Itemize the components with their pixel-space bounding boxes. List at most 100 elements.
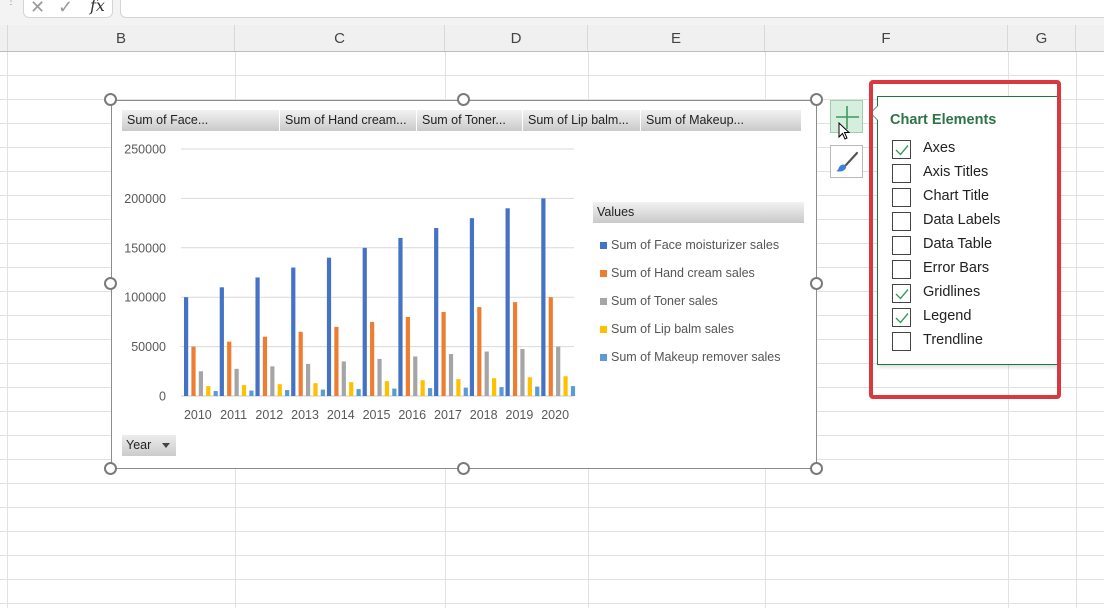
bar-sum-of-toner-sales-2015[interactable] [377,358,382,396]
cancel-icon[interactable]: ✕ [30,0,45,18]
bar-sum-of-lip-balm-sales-2018[interactable] [492,378,497,396]
bar-sum-of-makeup-remover-sales-2012[interactable] [285,390,290,396]
bar-sum-of-makeup-remover-sales-2010[interactable] [213,391,218,396]
bar-sum-of-face-moisturizer-sales-2020[interactable] [541,198,546,396]
field-button-toner[interactable]: Sum of Toner... [417,110,523,131]
bar-sum-of-toner-sales-2011[interactable] [234,368,239,396]
resize-handle-bottom-right[interactable] [810,462,823,475]
year-field-button[interactable]: Year [122,435,176,456]
bar-sum-of-lip-balm-sales-2017[interactable] [456,379,461,396]
bar-sum-of-hand-cream-sales-2015[interactable] [370,321,375,396]
field-button-lip-balm[interactable]: Sum of Lip balm... [523,110,641,131]
column-header-f[interactable]: F [765,25,1008,51]
bar-sum-of-hand-cream-sales-2018[interactable] [477,307,482,396]
bar-sum-of-hand-cream-sales-2011[interactable] [227,341,232,396]
legend-title[interactable]: Values [593,202,804,223]
bar-sum-of-makeup-remover-sales-2018[interactable] [499,387,504,396]
bar-sum-of-hand-cream-sales-2020[interactable] [548,297,553,396]
bar-sum-of-face-moisturizer-sales-2013[interactable] [291,267,296,396]
bar-sum-of-face-moisturizer-sales-2016[interactable] [398,237,403,396]
bar-sum-of-toner-sales-2014[interactable] [341,361,346,396]
bar-sum-of-lip-balm-sales-2015[interactable] [384,381,390,396]
bar-sum-of-lip-balm-sales-2016[interactable] [420,380,425,396]
row-gridline [0,75,1104,76]
bar-sum-of-toner-sales-2018[interactable] [484,351,489,396]
bar-sum-of-makeup-remover-sales-2015[interactable] [392,388,397,396]
bar-sum-of-makeup-remover-sales-2019[interactable] [535,386,540,396]
formula-input[interactable] [120,0,1104,18]
resize-handle-right[interactable] [810,277,823,290]
chart-legend[interactable]: Values Sum of Face moisturizer sales Sum … [593,202,804,371]
bar-sum-of-makeup-remover-sales-2011[interactable] [249,390,254,396]
bar-sum-of-toner-sales-2010[interactable] [198,371,203,396]
bar-sum-of-face-moisturizer-sales-2010[interactable] [184,297,189,396]
bar-sum-of-makeup-remover-sales-2013[interactable] [320,389,325,396]
insert-function-icon[interactable]: fx [90,0,105,15]
row-gridline [0,507,1104,508]
legend-item[interactable]: Sum of Toner sales [593,287,804,315]
bar-sum-of-lip-balm-sales-2012[interactable] [277,384,282,396]
legend-label: Sum of Hand cream sales [611,266,755,280]
bar-sum-of-face-moisturizer-sales-2012[interactable] [255,277,260,396]
y-tick-label: 150000 [124,241,166,255]
bar-sum-of-face-moisturizer-sales-2011[interactable] [219,287,224,396]
bar-sum-of-face-moisturizer-sales-2015[interactable] [362,247,367,396]
column-header-d[interactable]: D [445,25,588,51]
bar-sum-of-toner-sales-2012[interactable] [270,366,275,396]
column-header-e[interactable]: E [588,25,765,51]
resize-handle-top-left[interactable] [104,93,117,106]
bar-sum-of-face-moisturizer-sales-2018[interactable] [469,218,475,396]
pivot-chart[interactable]: 0 50000 100000 150000 200000 250000 2010 2011 20… [111,100,817,469]
bar-sum-of-makeup-remover-sales-2017[interactable] [463,387,468,396]
bar-sum-of-toner-sales-2019[interactable] [520,349,525,396]
column-header-a[interactable] [0,25,8,51]
legend-item[interactable]: Sum of Hand cream sales [593,259,804,287]
field-button-face[interactable]: Sum of Face... [122,110,280,131]
bar-sum-of-hand-cream-sales-2019[interactable] [512,302,518,396]
bar-sum-of-toner-sales-2013[interactable] [305,363,311,396]
bar-sum-of-lip-balm-sales-2013[interactable] [313,383,318,396]
bar-sum-of-lip-balm-sales-2019[interactable] [527,377,532,396]
year-field-label: Year [126,438,152,452]
bar-sum-of-toner-sales-2017[interactable] [448,354,454,396]
bar-sum-of-hand-cream-sales-2012[interactable] [262,336,268,396]
bar-sum-of-face-moisturizer-sales-2014[interactable] [326,257,332,396]
bar-sum-of-lip-balm-sales-2011[interactable] [241,385,247,396]
bar-sum-of-makeup-remover-sales-2016[interactable] [427,388,433,396]
resize-handle-left[interactable] [104,277,117,290]
enter-icon[interactable]: ✓ [58,0,73,18]
formula-bar: ⋮ ✕ ✓ fx [0,0,1104,25]
bar-sum-of-lip-balm-sales-2014[interactable] [349,382,354,396]
legend-item[interactable]: Sum of Lip balm sales [593,315,804,343]
x-tick-label: 2018 [470,408,498,422]
bar-sum-of-toner-sales-2020[interactable] [556,346,561,396]
column-headers: B C D E F G [0,25,1104,52]
field-button-hand-cream[interactable]: Sum of Hand cream... [280,110,417,131]
chart-styles-button[interactable] [830,145,863,178]
column-header-b[interactable]: B [8,25,235,51]
legend-item[interactable]: Sum of Makeup remover sales [593,343,804,371]
column-header-c[interactable]: C [235,25,445,51]
x-tick-label: 2016 [398,408,426,422]
resize-handle-bottom[interactable] [457,462,470,475]
mouse-cursor-icon [838,122,851,140]
resize-handle-bottom-left[interactable] [104,462,117,475]
bar-sum-of-makeup-remover-sales-2020[interactable] [570,386,576,396]
bar-sum-of-face-moisturizer-sales-2019[interactable] [505,208,510,396]
column-header-g[interactable]: G [1008,25,1076,51]
bar-sum-of-lip-balm-sales-2010[interactable] [206,386,211,396]
drag-handle-icon[interactable]: ⋮ [6,0,16,12]
bar-sum-of-hand-cream-sales-2016[interactable] [405,316,410,396]
resize-handle-top[interactable] [457,93,470,106]
bar-sum-of-hand-cream-sales-2010[interactable] [191,346,196,396]
bar-sum-of-face-moisturizer-sales-2017[interactable] [434,228,439,396]
bar-sum-of-hand-cream-sales-2013[interactable] [298,331,303,396]
bar-sum-of-toner-sales-2016[interactable] [413,356,418,396]
resize-handle-top-right[interactable] [810,93,823,106]
bar-sum-of-lip-balm-sales-2020[interactable] [563,376,568,396]
bar-sum-of-hand-cream-sales-2014[interactable] [334,326,339,396]
field-button-makeup[interactable]: Sum of Makeup... [641,110,802,131]
legend-item[interactable]: Sum of Face moisturizer sales [593,231,804,259]
bar-sum-of-makeup-remover-sales-2014[interactable] [356,389,361,396]
bar-sum-of-hand-cream-sales-2017[interactable] [441,312,446,396]
